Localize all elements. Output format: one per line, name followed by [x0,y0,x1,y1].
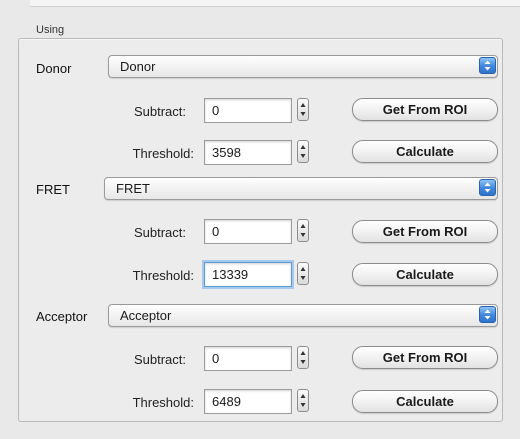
donor-subtract-label: Subtract: [133,104,186,119]
fret-subtract-field[interactable]: 0 [204,219,292,244]
fret-threshold-field[interactable]: 13339 [204,262,292,287]
fret-threshold-stepper[interactable] [297,262,309,285]
fret-get-from-roi-button[interactable]: Get From ROI [352,220,498,243]
popup-arrows-icon [479,57,496,74]
acceptor-label: Acceptor [36,309,88,324]
donor-calculate-button[interactable]: Calculate [352,140,498,163]
acceptor-get-from-roi-button[interactable]: Get From ROI [352,346,498,369]
fret-label: FRET [36,182,70,197]
acceptor-subtract-value: 0 [212,351,220,366]
acceptor-threshold-field[interactable]: 6489 [204,389,292,414]
acceptor-subtract-field[interactable]: 0 [204,346,292,371]
donor-get-from-roi-button[interactable]: Get From ROI [352,98,498,121]
fret-channel-value: FRET [116,181,150,196]
donor-threshold-stepper[interactable] [297,140,309,163]
fret-subtract-value: 0 [212,224,220,239]
acceptor-calculate-button[interactable]: Calculate [352,390,498,413]
donor-threshold-value: 3598 [212,145,241,160]
fret-subtract-label: Subtract: [133,225,186,240]
acceptor-threshold-stepper[interactable] [297,389,309,412]
group-title: Using [36,24,65,36]
top-edge [30,0,520,7]
acceptor-channel-value: Acceptor [120,308,172,323]
donor-threshold-label: Threshold: [132,146,194,161]
donor-subtract-stepper[interactable] [297,98,309,121]
acceptor-threshold-value: 6489 [212,394,241,409]
fret-calculate-button[interactable]: Calculate [352,263,498,286]
acceptor-threshold-label: Threshold: [132,395,194,410]
fret-subtract-stepper[interactable] [297,219,309,242]
acceptor-subtract-stepper[interactable] [297,346,309,369]
popup-arrows-icon [479,306,496,323]
fret-channel-select[interactable]: FRET [104,177,498,200]
fret-threshold-value: 13339 [212,267,249,282]
donor-channel-select[interactable]: Donor [108,55,498,78]
fret-threshold-label: Threshold: [132,268,194,283]
donor-label: Donor [36,61,72,76]
popup-arrows-icon [479,179,496,196]
acceptor-subtract-label: Subtract: [133,352,186,367]
donor-subtract-value: 0 [212,103,220,118]
donor-channel-value: Donor [120,59,156,74]
acceptor-channel-select[interactable]: Acceptor [108,304,498,327]
donor-threshold-field[interactable]: 3598 [204,140,292,165]
donor-subtract-field[interactable]: 0 [204,98,292,123]
